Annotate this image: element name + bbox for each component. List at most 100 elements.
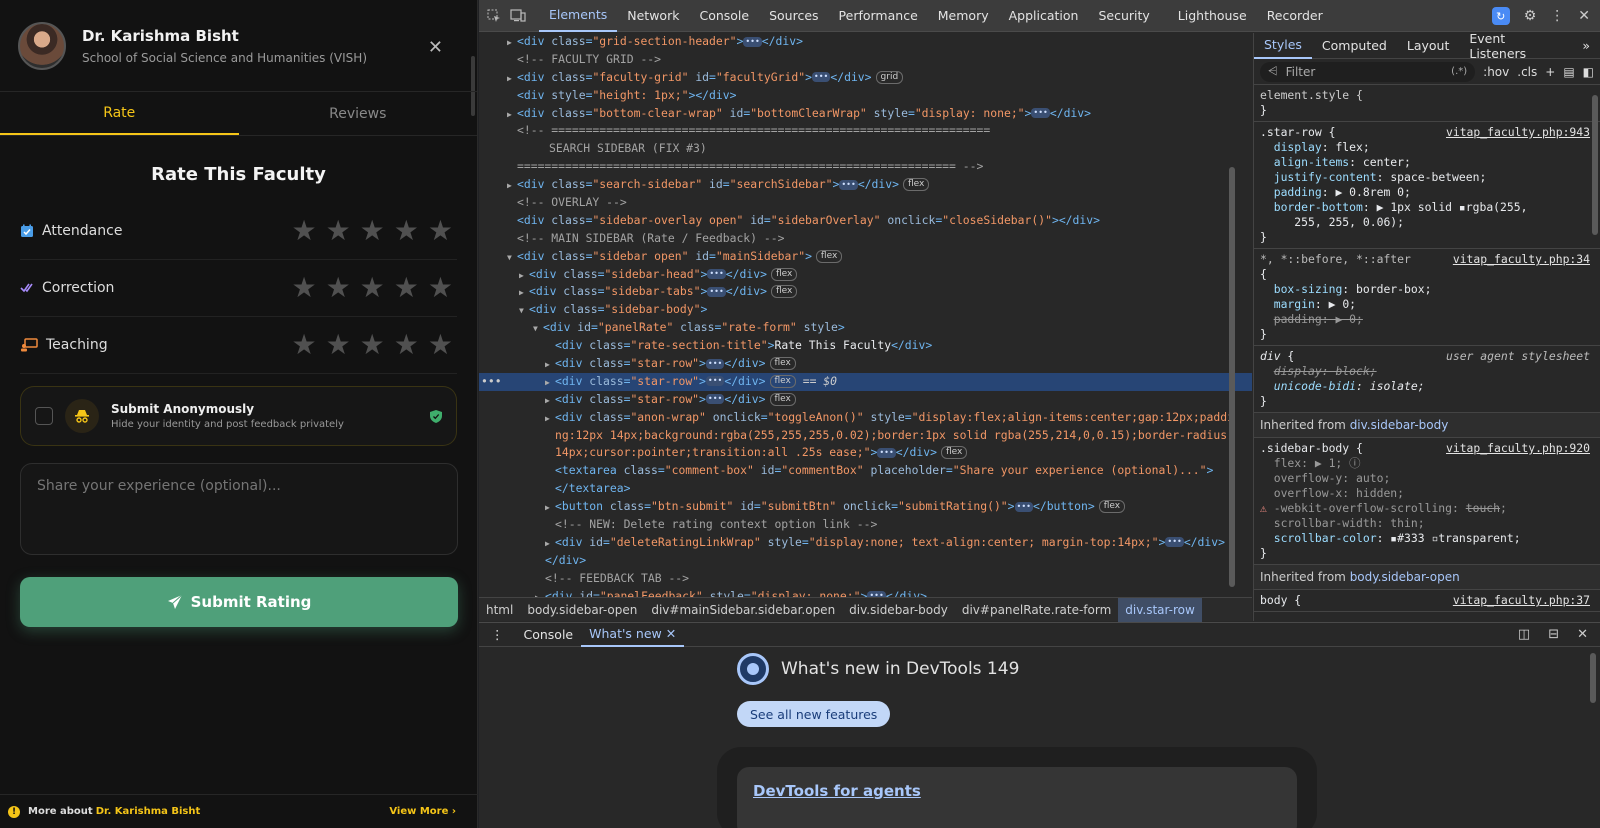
dom-comment[interactable]: <!-- MAIN SIDEBAR (Rate / Feedback) --> [479,230,1252,248]
tab-recorder[interactable]: Recorder [1257,0,1333,32]
star-icon[interactable]: ★ [326,331,351,359]
dom-comment[interactable]: <!-- ===================================… [479,122,1252,140]
dom-node[interactable]: <div class="sidebar-overlay open" id="si… [479,212,1252,230]
tab-styles[interactable]: Styles [1254,33,1312,59]
device-toolbar-icon[interactable] [509,7,527,25]
inherited-target[interactable]: div.sidebar-body [1350,418,1449,432]
breadcrumb-item[interactable]: div#mainSidebar.sidebar.open [644,598,842,622]
star-icon[interactable]: ★ [326,274,351,302]
dom-node[interactable]: ▶<div id="panelFeedback" style="display:… [479,588,1252,597]
dom-node[interactable]: ▶ <div class="anon-wrap" onclick="toggleA… [479,409,1252,427]
dom-node[interactable]: </div> [479,552,1252,570]
tab-performance[interactable]: Performance [829,0,928,32]
star-icon[interactable]: ★ [291,331,316,359]
star-icon[interactable]: ★ [326,217,351,245]
class-toggle[interactable]: .cls [1517,65,1537,79]
star-icon[interactable]: ★ [291,217,316,245]
dom-comment[interactable]: <!-- FEEDBACK TAB --> [479,570,1252,588]
dom-node[interactable]: </textarea> [479,480,1252,498]
paint-icon[interactable]: ▤ [1563,65,1574,79]
more-tabs-icon[interactable]: » [1572,33,1600,59]
regex-icon[interactable]: (.*) [1451,66,1467,77]
star-icon[interactable]: ★ [360,217,385,245]
source-link[interactable]: vitap_faculty.php:943 [1446,125,1590,140]
tab-network[interactable]: Network [617,0,689,32]
star-icon[interactable]: ★ [291,274,316,302]
close-icon[interactable]: ✕ [666,626,676,641]
see-all-features-button[interactable]: See all new features [737,701,891,727]
dom-node[interactable]: ▼ <div class="sidebar-body"> [479,301,1252,319]
gear-icon[interactable]: ⚙ [1524,8,1537,24]
star-icon[interactable]: ★ [394,331,419,359]
inspect-element-icon[interactable] [485,7,503,25]
dom-node[interactable]: ▶ <div class="star-row"> ••• </div> flex [479,391,1252,409]
styles-filter-input[interactable]: ⩤ Filter (.*) [1260,61,1476,82]
sidebar-toggle-icon[interactable]: ◧ [1583,65,1594,79]
close-icon[interactable]: ✕ [428,37,443,58]
drawer-tab-console[interactable]: Console [516,623,582,647]
star-icon[interactable]: ★ [360,331,385,359]
tab-console[interactable]: Console [689,0,759,32]
dom-node[interactable]: ▶ <div class="search-sidebar" id="searchS… [479,176,1252,194]
view-more-link[interactable]: View More › [389,806,456,817]
submit-rating-button[interactable]: Submit Rating [20,577,458,627]
drawer-tab-whats-new[interactable]: What's new ✕ [581,623,685,647]
dom-node[interactable]: ng:12px 14px;background:rgba(255,255,255… [479,427,1252,445]
dom-comment[interactable]: ========================================… [479,158,1252,176]
dom-node[interactable]: ▼ <div id="panelRate" class="rate-form" s… [479,319,1252,337]
tab-sources[interactable]: Sources [759,0,828,32]
dom-node[interactable]: ▶ <div class="faculty-grid" id="facultyGr… [479,69,1252,87]
dom-node[interactable]: ▶ <button class="btn-submit" id="submitBt… [479,498,1252,516]
tab-elements[interactable]: Elements [539,0,618,32]
drawer-scrollbar[interactable] [1590,653,1596,703]
star-icon[interactable]: ★ [428,331,453,359]
tab-application[interactable]: Application [999,0,1089,32]
breadcrumb-item[interactable]: html [479,598,520,622]
source-link[interactable]: vitap_faculty.php:37 [1453,593,1590,608]
style-rule-body[interactable]: body {vitap_faculty.php:37 [1254,590,1600,612]
style-rule-sidebar-body[interactable]: .sidebar-body {vitap_faculty.php:920 fle… [1254,438,1600,565]
star-icon[interactable]: ★ [394,274,419,302]
dom-comment[interactable]: <!-- OVERLAY --> [479,194,1252,212]
devtools-for-agents-link[interactable]: DevTools for agents [753,782,921,800]
anonymous-checkbox[interactable] [35,407,53,425]
elements-scrollbar[interactable] [1229,167,1235,587]
star-icon[interactable]: ★ [428,217,453,245]
star-icon[interactable]: ★ [428,274,453,302]
tab-lighthouse[interactable]: Lighthouse [1160,0,1257,32]
tab-event-listeners[interactable]: Event Listeners [1459,33,1572,61]
dom-node[interactable]: ▶ <div class="sidebar-head"> ••• </div> flex [479,266,1252,284]
dom-node[interactable]: ▶ <div class="star-row"> ••• </div> flex [479,355,1252,373]
dock-side-icon[interactable]: ◫ [1518,627,1530,642]
comment-box[interactable] [20,463,458,555]
dom-node[interactable]: ▶ <div class="sidebar-tabs"> ••• </div> flex [479,283,1252,301]
minimize-drawer-icon[interactable]: ⊟ [1548,627,1559,642]
dom-comment[interactable]: <!-- NEW: Delete rating context option l… [479,516,1252,534]
close-icon[interactable]: ✕ [1578,8,1590,24]
dom-node-selected[interactable]: ••• ▶ <div class="star-row"> ••• </div> flex … [479,372,1252,391]
dom-node[interactable]: 14px;cursor:pointer;transition:all .25s … [479,444,1252,462]
tab-rate[interactable]: Rate [0,92,239,135]
star-icon[interactable]: ★ [360,274,385,302]
close-drawer-icon[interactable]: ✕ [1577,627,1588,642]
tab-memory[interactable]: Memory [928,0,999,32]
breadcrumb-item-selected[interactable]: div.star-row [1118,597,1202,622]
dom-node[interactable]: <textarea class="comment-box" id="commen… [479,462,1252,480]
style-rule-star-row[interactable]: .star-row {vitap_faculty.php:943 display… [1254,122,1600,249]
dom-comment[interactable]: <!-- FACULTY GRID --> [479,51,1252,69]
tab-reviews[interactable]: Reviews [239,92,478,135]
ai-assistant-icon[interactable]: ↻ [1491,7,1510,25]
source-link[interactable]: vitap_faculty.php:34 [1453,252,1590,267]
source-link[interactable]: vitap_faculty.php:920 [1446,441,1590,456]
dom-node[interactable]: ▶ <div class="grid-section-header"> ••• </d… [479,33,1252,51]
tab-security[interactable]: Security [1088,0,1159,32]
style-rule-universal[interactable]: *, *::before, *::after vitap_faculty.php:… [1254,249,1600,346]
breadcrumb-item[interactable]: div.sidebar-body [842,598,955,622]
drawer-menu-icon[interactable]: ⋮ [479,623,516,647]
breadcrumb-item[interactable]: body.sidebar-open [520,598,644,622]
tab-layout[interactable]: Layout [1397,33,1460,59]
hover-state-toggle[interactable]: :hov [1483,65,1509,79]
dom-node[interactable]: ▼ <div class="sidebar open" id="mainSideb… [479,248,1252,266]
dom-comment[interactable]: SEARCH SIDEBAR (FIX #3) [479,140,1252,158]
inherited-target[interactable]: body.sidebar-open [1350,570,1460,584]
